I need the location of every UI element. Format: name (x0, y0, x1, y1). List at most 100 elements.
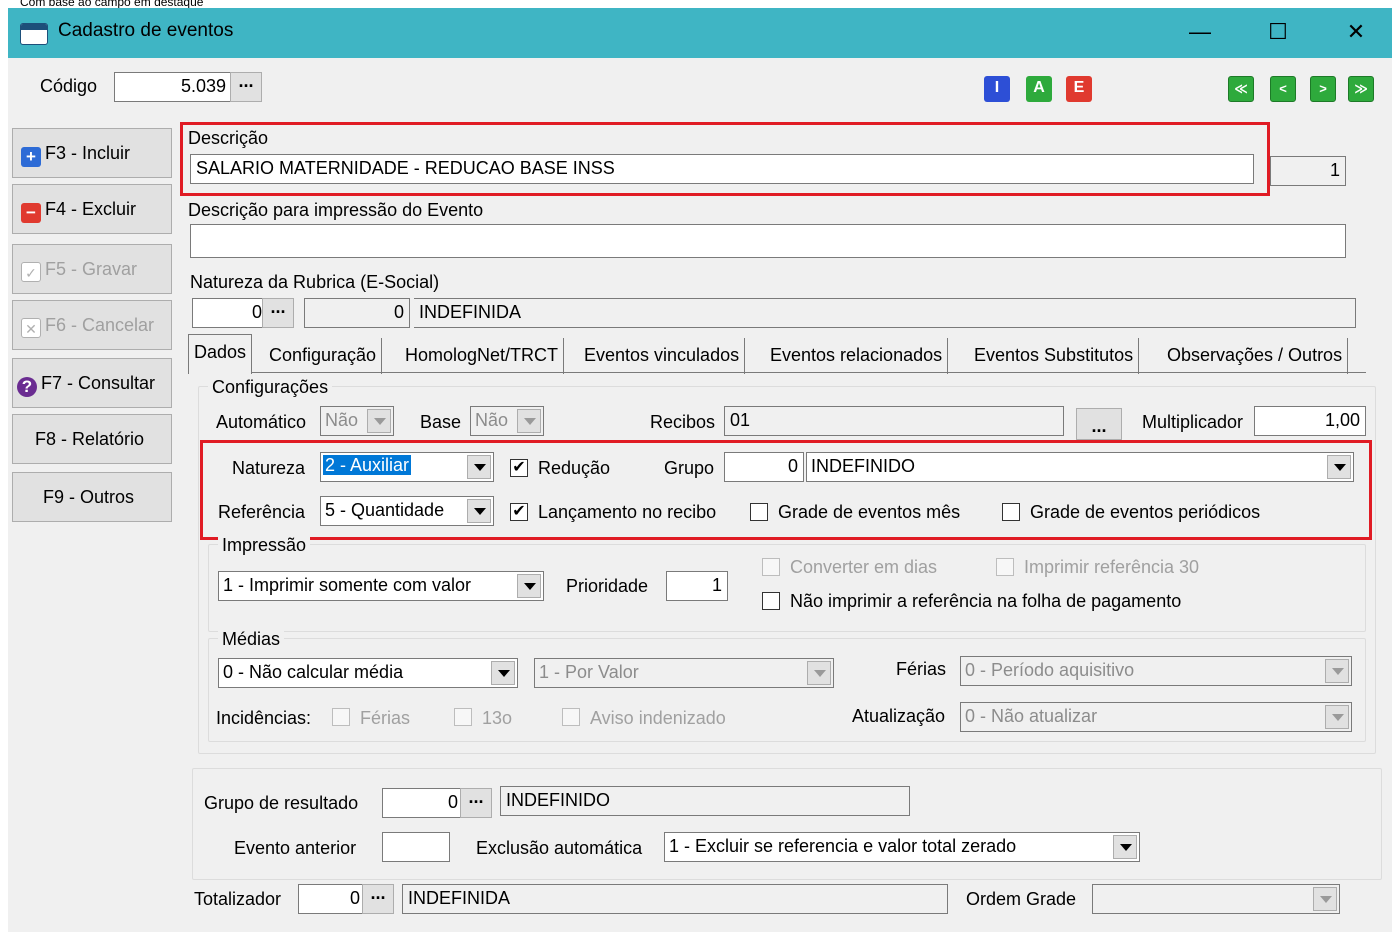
next-record-button[interactable]: > (1310, 76, 1336, 102)
inc-13-label: 13o (482, 708, 513, 728)
resultado-group (192, 768, 1382, 880)
totalizador-code-input[interactable]: 0 (298, 884, 366, 914)
ferias-select[interactable]: 0 - Período aquisitivo (960, 656, 1352, 686)
tab-homolognet[interactable]: HomologNet/TRCT (400, 338, 565, 374)
relatorio-button[interactable]: F8 - Relatório (12, 414, 172, 464)
multiplicador-input[interactable]: 1,00 (1254, 406, 1366, 436)
x-icon: ✕ (21, 318, 41, 338)
grupo-resultado-label: Grupo de resultado (204, 793, 359, 813)
codigo-label: Código (40, 76, 98, 96)
app-window-icon (20, 23, 48, 45)
totalizador-lookup-button[interactable]: ··· (362, 884, 394, 914)
plus-icon: + (21, 147, 41, 167)
first-record-button[interactable]: ≪ (1228, 76, 1254, 102)
last-record-button[interactable]: ≫ (1348, 76, 1374, 102)
tab-dados[interactable]: Dados (188, 334, 253, 374)
tab-eventos-relacionados[interactable]: Eventos relacionados (765, 338, 949, 374)
totalizador-text-field: INDEFINIDA (402, 884, 948, 914)
info-e-button[interactable]: E (1066, 76, 1092, 102)
gravar-button[interactable]: ✓ F5 - Gravar (12, 244, 172, 294)
consultar-label: F7 - Consultar (41, 373, 156, 393)
ordem-grade-select[interactable] (1092, 884, 1340, 914)
imprimir-ref-label: Imprimir referência 30 (1024, 557, 1200, 577)
ferias-label: Férias (896, 659, 947, 679)
automatico-label: Automático (216, 412, 307, 432)
natureza-rubrica-code2-field: 0 (304, 298, 410, 328)
medias-calc-select[interactable]: 0 - Não calcular média (218, 658, 518, 688)
maximize-button[interactable]: ☐ (1244, 8, 1312, 58)
info-i-button[interactable]: I (984, 76, 1010, 102)
exclusao-label: Exclusão automática (476, 838, 643, 858)
chevron-down-icon (517, 574, 541, 598)
base-select[interactable]: Não (470, 406, 544, 436)
previous-record-button[interactable]: < (1270, 76, 1296, 102)
tab-observacoes[interactable]: Observações / Outros (1162, 338, 1349, 374)
inc-13-checkbox[interactable] (454, 708, 472, 726)
natureza-rubrica-code-input[interactable]: 0 (192, 298, 268, 328)
impressao-value: 1 - Imprimir somente com valor (223, 575, 472, 595)
recibos-field: 01 (724, 406, 1064, 436)
cancelar-button[interactable]: ✕ F6 - Cancelar (12, 300, 172, 350)
medias-calc-value: 0 - Não calcular média (223, 662, 404, 682)
atualizacao-select[interactable]: 0 - Não atualizar (960, 702, 1352, 732)
outros-button[interactable]: F9 - Outros (12, 472, 172, 522)
impressao-select[interactable]: 1 - Imprimir somente com valor (218, 571, 544, 601)
exclusao-value: 1 - Excluir se referencia e valor total … (669, 836, 1017, 856)
outros-label: F9 - Outros (43, 487, 135, 507)
automatico-value: Não (325, 410, 359, 430)
tab-eventos-vinculados[interactable]: Eventos vinculados (579, 338, 746, 374)
prioridade-label: Prioridade (566, 576, 649, 596)
grupo-resultado-lookup-button[interactable]: ··· (460, 788, 492, 818)
close-button[interactable]: ✕ (1322, 8, 1390, 58)
title-bar[interactable]: Cadastro de eventos — ☐ ✕ (8, 8, 1392, 58)
cancelar-label: F6 - Cancelar (45, 315, 155, 335)
chevron-down-icon (367, 409, 391, 433)
multiplicador-label: Multiplicador (1142, 412, 1244, 432)
imprimir-ref-checkbox[interactable] (996, 558, 1014, 576)
grupo-resultado-code-input[interactable]: 0 (382, 788, 464, 818)
chevron-down-icon (517, 409, 541, 433)
atualizacao-label: Atualização (852, 706, 946, 726)
natureza-rubrica-lookup-button[interactable]: ··· (262, 298, 294, 328)
consultar-button[interactable]: ? F7 - Consultar (12, 358, 172, 408)
excluir-button[interactable]: − F4 - Excluir (12, 184, 172, 234)
medias-por-select[interactable]: 1 - Por Valor (534, 658, 834, 688)
tab-eventos-substitutos[interactable]: Eventos Substitutos (969, 338, 1140, 374)
recibos-lookup-button[interactable]: ... (1076, 408, 1122, 440)
inc-ferias-label: Férias (360, 708, 411, 728)
inc-aviso-checkbox[interactable] (562, 708, 580, 726)
window-title: Cadastro de eventos (58, 20, 234, 41)
recibos-label: Recibos (650, 412, 716, 432)
exclusao-select[interactable]: 1 - Excluir se referencia e valor total … (664, 832, 1140, 862)
chevron-down-icon (1325, 659, 1349, 683)
natureza-highlight-box (200, 440, 1372, 540)
incidencias-label: Incidências: (216, 708, 312, 728)
evento-anterior-label: Evento anterior (234, 838, 357, 858)
prioridade-input[interactable]: 1 (666, 571, 728, 601)
chevron-down-icon (491, 661, 515, 685)
inc-aviso-label: Aviso indenizado (590, 708, 726, 728)
minimize-button[interactable]: — (1166, 8, 1234, 58)
info-a-button[interactable]: A (1026, 76, 1052, 102)
automatico-select[interactable]: Não (320, 406, 394, 436)
tab-configuracao[interactable]: Configuração (264, 338, 383, 374)
gravar-label: F5 - Gravar (45, 259, 138, 279)
chevron-down-icon (807, 661, 831, 685)
descricao-sequence-field: 1 (1270, 156, 1346, 186)
codigo-lookup-button[interactable]: ··· (230, 72, 262, 102)
impressao-title: Impressão (218, 535, 311, 556)
base-value: Não (475, 410, 509, 430)
chevron-down-icon (1113, 835, 1137, 859)
evento-anterior-input[interactable] (382, 832, 450, 862)
chevron-down-icon (1325, 705, 1349, 729)
codigo-input[interactable]: 5.039 (114, 72, 232, 102)
descricao-impressao-input[interactable] (190, 224, 1346, 258)
natureza-rubrica-text-field: INDEFINIDA (414, 298, 1356, 328)
natureza-rubrica-label: Natureza da Rubrica (E-Social) (190, 272, 440, 292)
excluir-label: F4 - Excluir (45, 199, 137, 219)
nao-imprimir-checkbox[interactable] (762, 592, 780, 610)
incluir-label: F3 - Incluir (45, 143, 131, 163)
inc-ferias-checkbox[interactable] (332, 708, 350, 726)
incluir-button[interactable]: + F3 - Incluir (12, 128, 172, 178)
converter-dias-checkbox[interactable] (762, 558, 780, 576)
